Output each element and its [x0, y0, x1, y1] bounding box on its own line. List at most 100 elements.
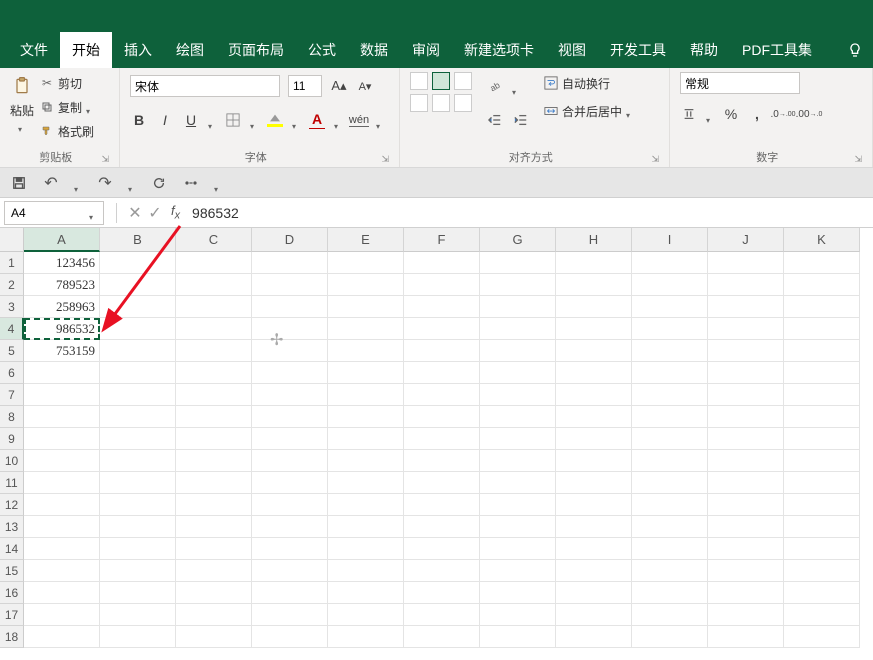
- orientation-button[interactable]: ab: [486, 77, 504, 95]
- cell[interactable]: [404, 296, 480, 318]
- decrease-indent-button[interactable]: [486, 111, 504, 129]
- cell[interactable]: [632, 450, 708, 472]
- tab-开始[interactable]: 开始: [60, 32, 112, 68]
- cell[interactable]: [100, 274, 176, 296]
- cell[interactable]: [708, 450, 784, 472]
- cell[interactable]: [556, 472, 632, 494]
- align-top-right[interactable]: [454, 72, 472, 90]
- row-header[interactable]: 5: [0, 340, 24, 362]
- cell[interactable]: [24, 604, 100, 626]
- cell[interactable]: [252, 384, 328, 406]
- cell[interactable]: [100, 428, 176, 450]
- row-header[interactable]: 3: [0, 296, 24, 318]
- row-header[interactable]: 6: [0, 362, 24, 384]
- cell[interactable]: [252, 450, 328, 472]
- cell[interactable]: [24, 494, 100, 516]
- row-header[interactable]: 13: [0, 516, 24, 538]
- cell[interactable]: [328, 560, 404, 582]
- row-header[interactable]: 17: [0, 604, 24, 626]
- cell[interactable]: [100, 472, 176, 494]
- cell[interactable]: [632, 428, 708, 450]
- cell[interactable]: [784, 340, 860, 362]
- cell[interactable]: [252, 296, 328, 318]
- cell[interactable]: [784, 406, 860, 428]
- decrease-decimal-button[interactable]: .00→.0: [800, 105, 818, 123]
- merge-center-button[interactable]: 合并后居中: [544, 100, 634, 122]
- row-header[interactable]: 12: [0, 494, 24, 516]
- row-header[interactable]: 4: [0, 318, 24, 340]
- cell[interactable]: [100, 516, 176, 538]
- enter-icon[interactable]: ✓: [145, 203, 165, 223]
- cell[interactable]: [632, 472, 708, 494]
- cell[interactable]: [100, 450, 176, 472]
- cell[interactable]: [100, 340, 176, 362]
- cell[interactable]: [328, 450, 404, 472]
- cell[interactable]: [708, 538, 784, 560]
- tab-公式[interactable]: 公式: [296, 32, 348, 68]
- font-size-input[interactable]: [288, 75, 322, 97]
- cell[interactable]: [556, 252, 632, 274]
- cancel-icon[interactable]: ✕: [125, 203, 145, 223]
- cell[interactable]: [784, 252, 860, 274]
- cell[interactable]: [24, 384, 100, 406]
- cell[interactable]: [556, 626, 632, 648]
- tell-me-icon[interactable]: [837, 32, 873, 68]
- cell[interactable]: [404, 560, 480, 582]
- cell[interactable]: [100, 560, 176, 582]
- cell[interactable]: [328, 362, 404, 384]
- cell[interactable]: [252, 406, 328, 428]
- format-painter-button[interactable]: 格式刷: [40, 120, 94, 142]
- cell[interactable]: [404, 516, 480, 538]
- font-color-button[interactable]: A: [308, 111, 326, 129]
- column-header[interactable]: F: [404, 228, 480, 252]
- cell[interactable]: [480, 296, 556, 318]
- column-header[interactable]: A: [24, 228, 100, 252]
- cell[interactable]: [24, 428, 100, 450]
- column-header[interactable]: G: [480, 228, 556, 252]
- row-header[interactable]: 1: [0, 252, 24, 274]
- cell[interactable]: [480, 318, 556, 340]
- increase-indent-button[interactable]: [512, 111, 530, 129]
- column-header[interactable]: E: [328, 228, 404, 252]
- cell[interactable]: [556, 538, 632, 560]
- cell[interactable]: [176, 538, 252, 560]
- column-header[interactable]: D: [252, 228, 328, 252]
- formula-input[interactable]: [186, 201, 873, 225]
- column-header[interactable]: B: [100, 228, 176, 252]
- cell[interactable]: [556, 406, 632, 428]
- cell[interactable]: [632, 516, 708, 538]
- cell[interactable]: [404, 626, 480, 648]
- cell[interactable]: [556, 362, 632, 384]
- dialog-launcher-icon[interactable]: ⇲: [651, 154, 659, 165]
- cell[interactable]: [176, 362, 252, 384]
- cell[interactable]: [176, 340, 252, 362]
- cell[interactable]: [708, 296, 784, 318]
- cell[interactable]: [24, 450, 100, 472]
- cell[interactable]: [784, 362, 860, 384]
- cell[interactable]: [708, 472, 784, 494]
- row-header[interactable]: 14: [0, 538, 24, 560]
- cell[interactable]: [252, 538, 328, 560]
- fx-icon[interactable]: fx: [171, 203, 180, 222]
- underline-button[interactable]: U: [182, 111, 200, 129]
- align-top-center[interactable]: [432, 72, 450, 90]
- cell[interactable]: [176, 626, 252, 648]
- cell[interactable]: [556, 318, 632, 340]
- cell[interactable]: [404, 274, 480, 296]
- cell[interactable]: [100, 582, 176, 604]
- align-bottom-left[interactable]: [410, 94, 428, 112]
- cell[interactable]: [404, 604, 480, 626]
- cell[interactable]: [252, 604, 328, 626]
- cell[interactable]: [176, 516, 252, 538]
- border-button[interactable]: [224, 111, 242, 129]
- cell[interactable]: [328, 582, 404, 604]
- cell[interactable]: [632, 604, 708, 626]
- tab-新建选项卡[interactable]: 新建选项卡: [452, 32, 546, 68]
- cell[interactable]: [100, 296, 176, 318]
- row-header[interactable]: 11: [0, 472, 24, 494]
- cell[interactable]: [632, 626, 708, 648]
- cell[interactable]: [252, 362, 328, 384]
- cell[interactable]: [480, 494, 556, 516]
- cell[interactable]: [784, 494, 860, 516]
- tab-PDF工具集[interactable]: PDF工具集: [730, 32, 824, 68]
